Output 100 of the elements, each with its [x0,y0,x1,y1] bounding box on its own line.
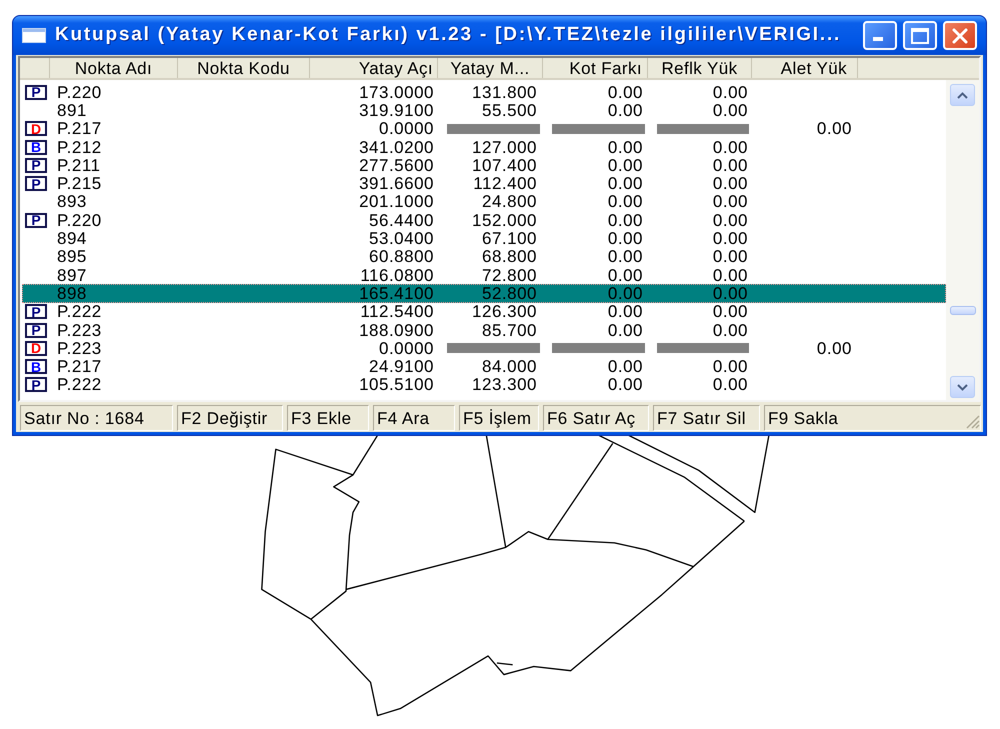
scroll-down-button[interactable] [950,376,975,398]
table-cell: 0.00 [712,248,748,266]
close-icon [952,28,968,44]
column-header[interactable]: Nokta Kodu [178,58,310,78]
point-type-tag: D [25,121,47,136]
table-cell: P.220 [57,84,102,101]
point-type-tag: P [25,322,47,338]
column-header[interactable]: Alet Yük [752,58,858,78]
table-cell: 277.5600 [359,156,434,174]
table-cell: P.223 [57,340,102,357]
table-cell: P.211 [57,156,100,174]
status-panel: F2 Değiştir [177,405,283,431]
table-cell: 52.800 [482,284,537,302]
maximize-button[interactable] [903,21,937,50]
table-cell: 126.300 [472,303,537,320]
table-cell: 116.0800 [360,266,434,284]
table-cell: P.215 [57,175,102,192]
table-cell: 0.00 [712,193,748,210]
column-header[interactable]: Nokta Adı [50,58,178,78]
table-cell: 112.5400 [360,303,434,320]
table-cell: 0.00 [608,193,643,210]
table-cell: 67.100 [482,230,537,248]
resize-grip-icon[interactable] [964,413,980,429]
point-type-tag: P [25,84,47,100]
maximize-icon [911,28,929,44]
chevron-down-icon [957,384,968,390]
table-cell: 0.00 [816,120,852,138]
point-type-tag: P [25,304,47,320]
table-cell: 319.9100 [359,102,434,119]
list-row[interactable]: 891 319.9100 55.500 0.00 0.00 [22,101,946,120]
list-row[interactable]: D P.223 0.0000 0.00 [22,339,946,358]
table-cell: 0.00 [608,322,643,338]
table-cell: 60.8800 [369,248,434,266]
table-cell: 0.00 [712,138,748,156]
list-row[interactable]: 898 165.4100 52.800 0.00 0.00 [22,284,946,303]
table-cell: P.222 [57,376,102,394]
list-row[interactable]: P P.211 277.5600 107.400 0.00 0.00 [22,156,946,174]
table-cell: 152.000 [472,212,537,229]
table-cell: 0.00 [712,266,748,284]
table-cell: 898 [57,284,87,302]
close-button[interactable] [943,21,977,50]
table-cell: 0.00 [608,212,643,229]
status-panel: Satır No : 1684 [20,405,173,431]
scrollbar-thumb[interactable] [950,306,976,315]
point-type-tag: B [25,359,47,374]
list-row[interactable]: 895 60.8800 68.800 0.00 0.00 [22,248,946,266]
table-cell: 894 [57,230,87,248]
list-row[interactable]: B P.217 24.9100 84.000 0.00 0.00 [22,357,946,376]
column-header[interactable]: Kot Farkı [543,58,648,78]
table-cell: 112.400 [473,175,537,192]
table-cell: 0.00 [816,340,852,357]
list-row[interactable]: 894 53.0400 67.100 0.00 0.00 [22,229,946,248]
table-cell: 0.00 [608,230,643,248]
table-cell: 68.800 [482,248,537,266]
table-cell: 56.4400 [369,212,434,229]
table-cell: 24.9100 [369,358,434,376]
column-header[interactable]: Reflk Yük [648,58,752,78]
table-cell: 0.00 [712,84,748,101]
list-row[interactable]: D P.217 0.0000 0.00 [22,120,946,138]
status-panel: F4 Ara [373,405,455,431]
list-row[interactable]: P P.222 105.5100 123.300 0.00 0.00 [22,376,946,394]
table-cell: 893 [57,193,87,210]
status-panel: F7 Satır Sil [653,405,760,431]
table-cell: 0.00 [608,303,643,320]
table-cell: 55.500 [482,102,537,119]
table-cell: 0.00 [608,84,643,101]
table-cell: 0.00 [608,284,643,302]
window-title: Kutupsal (Yatay Kenar-Kot Farkı) v1.23 - [D:\Y.TEZ\tezle ilgililer\VERIGI... [55,23,842,48]
table-cell: 895 [57,248,87,266]
table-cell: 0.0000 [379,120,434,138]
table-cell: 123.300 [472,376,537,394]
table-cell: 131.800 [472,84,537,101]
minimize-icon [873,37,883,41]
table-cell: 201.1000 [359,193,434,210]
table-cell: 0.00 [712,175,748,192]
column-header[interactable]: Yatay M... [438,58,543,78]
table-cell: 0.00 [712,376,748,394]
table-cell: 53.0400 [369,230,434,248]
scroll-up-button[interactable] [950,84,975,106]
table-cell: 0.00 [608,248,643,266]
list-row[interactable]: P P.220 56.4400 152.000 0.00 0.00 [22,211,946,230]
table-cell: P.222 [57,303,102,320]
list-row[interactable]: 893 201.1000 24.800 0.00 0.00 [22,192,946,212]
table-cell: 85.700 [482,322,537,338]
table-cell: 0.00 [608,358,643,376]
table-cell: 24.800 [482,193,537,210]
list-row[interactable]: B P.212 341.0200 127.000 0.00 0.00 [22,138,946,156]
table-cell: 0.00 [712,284,748,302]
table-cell: 0.00 [608,376,643,394]
list-row[interactable]: P P.215 391.6600 112.400 0.00 0.00 [22,174,946,193]
table-cell: 0.00 [608,156,643,174]
list-row[interactable]: 897 116.0800 72.800 0.00 0.00 [22,266,946,284]
minimize-button[interactable] [863,21,897,50]
point-type-tag: P [25,377,47,392]
list-row[interactable]: P P.223 188.0900 85.700 0.00 0.00 [22,320,946,340]
table-cell: 105.5100 [359,376,434,394]
list-row[interactable]: P P.220 173.0000 131.800 0.00 0.00 [22,83,946,102]
point-type-tag: B [25,140,47,155]
list-row[interactable]: P P.222 112.5400 126.300 0.00 0.00 [22,302,946,321]
column-header[interactable]: Yatay Açı [310,58,438,78]
